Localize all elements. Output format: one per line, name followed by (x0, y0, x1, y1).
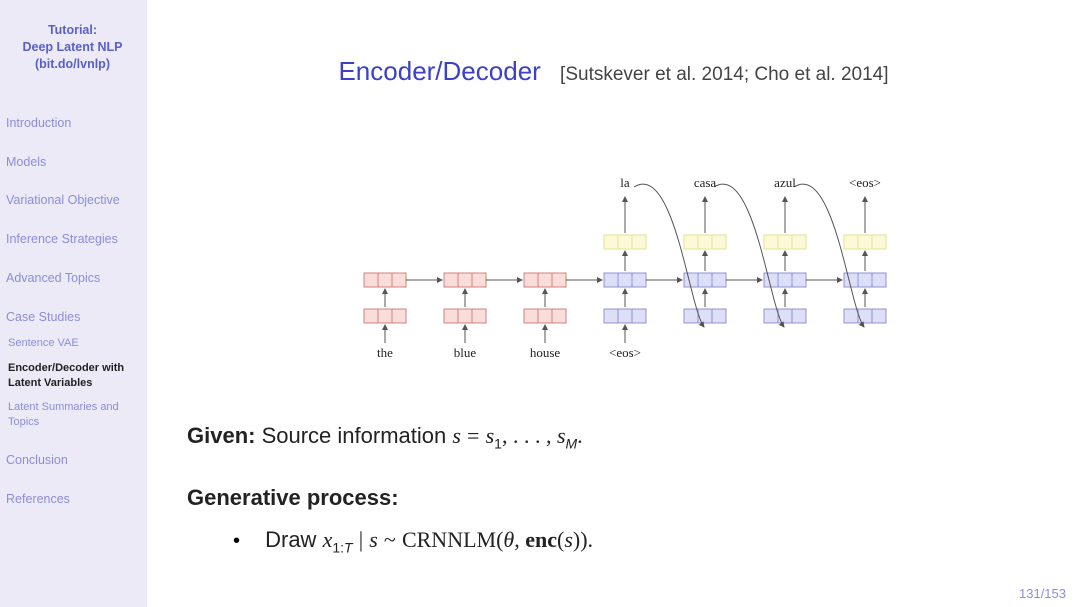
title-line: Deep Latent NLP (6, 39, 139, 56)
slide-body: Given: Source information s = s1, . . . … (187, 423, 1040, 556)
encoder-token: blue (453, 345, 476, 360)
encoder-token: the (377, 345, 393, 360)
generative-heading: Generative process: (187, 485, 1040, 511)
output-arrows (625, 197, 865, 233)
decoder-in-token: <eos> (609, 345, 641, 360)
feedback-curves (634, 184, 864, 327)
decoder-out-token: azul (774, 175, 796, 190)
slide-content: Encoder/Decoder [Sutskever et al. 2014; … (147, 0, 1080, 607)
nav-references[interactable]: References (6, 491, 139, 508)
decoder-out-token: la (620, 175, 630, 190)
decoder-cells (604, 235, 886, 323)
generative-bullet: Draw x1:T | s ~ CRNNLM(θ, enc(s)). (233, 527, 1040, 555)
vertical-arrows-bottom (385, 289, 865, 307)
nav-models[interactable]: Models (6, 154, 139, 171)
input-arrows (385, 325, 625, 343)
nav-sub-encoder-decoder[interactable]: Encoder/Decoder with Latent Variables (6, 361, 139, 391)
slide-title-ref: [Sutskever et al. 2014; Cho et al. 2014] (560, 64, 888, 85)
sidebar: Tutorial: Deep Latent NLP (bit.do/lvnlp)… (0, 0, 147, 607)
nav-sub-sentence-vae[interactable]: Sentence VAE (6, 336, 139, 351)
nav-conclusion[interactable]: Conclusion (6, 452, 139, 469)
vertical-arrows-top (625, 251, 865, 271)
slide-title: Encoder/Decoder [Sutskever et al. 2014; … (187, 56, 1040, 87)
nav-sub-latent-summaries[interactable]: Latent Summaries and Topics (6, 400, 139, 430)
title-line: Tutorial: (6, 22, 139, 39)
title-line: (bit.do/lvnlp) (6, 56, 139, 73)
diagram-svg: the blue house <eos> la casa azul <eos> (334, 157, 894, 377)
nav-variational-objective[interactable]: Variational Objective (6, 192, 139, 209)
encoder-decoder-diagram: the blue house <eos> la casa azul <eos> (187, 157, 1040, 377)
decoder-out-token: <eos> (849, 175, 881, 190)
nav-case-studies[interactable]: Case Studies (6, 309, 139, 326)
slide-title-main: Encoder/Decoder (338, 56, 540, 86)
nav-introduction[interactable]: Introduction (6, 115, 139, 132)
page-counter: 131/153 (1019, 586, 1066, 601)
token-labels: the blue house <eos> la casa azul <eos> (377, 175, 881, 360)
given-line: Given: Source information s = s1, . . . … (187, 423, 1040, 451)
tutorial-title: Tutorial: Deep Latent NLP (bit.do/lvnlp) (6, 22, 139, 73)
encoder-token: house (529, 345, 560, 360)
decoder-out-token: casa (693, 175, 716, 190)
nav-inference-strategies[interactable]: Inference Strategies (6, 231, 139, 248)
nav-advanced-topics[interactable]: Advanced Topics (6, 270, 139, 287)
